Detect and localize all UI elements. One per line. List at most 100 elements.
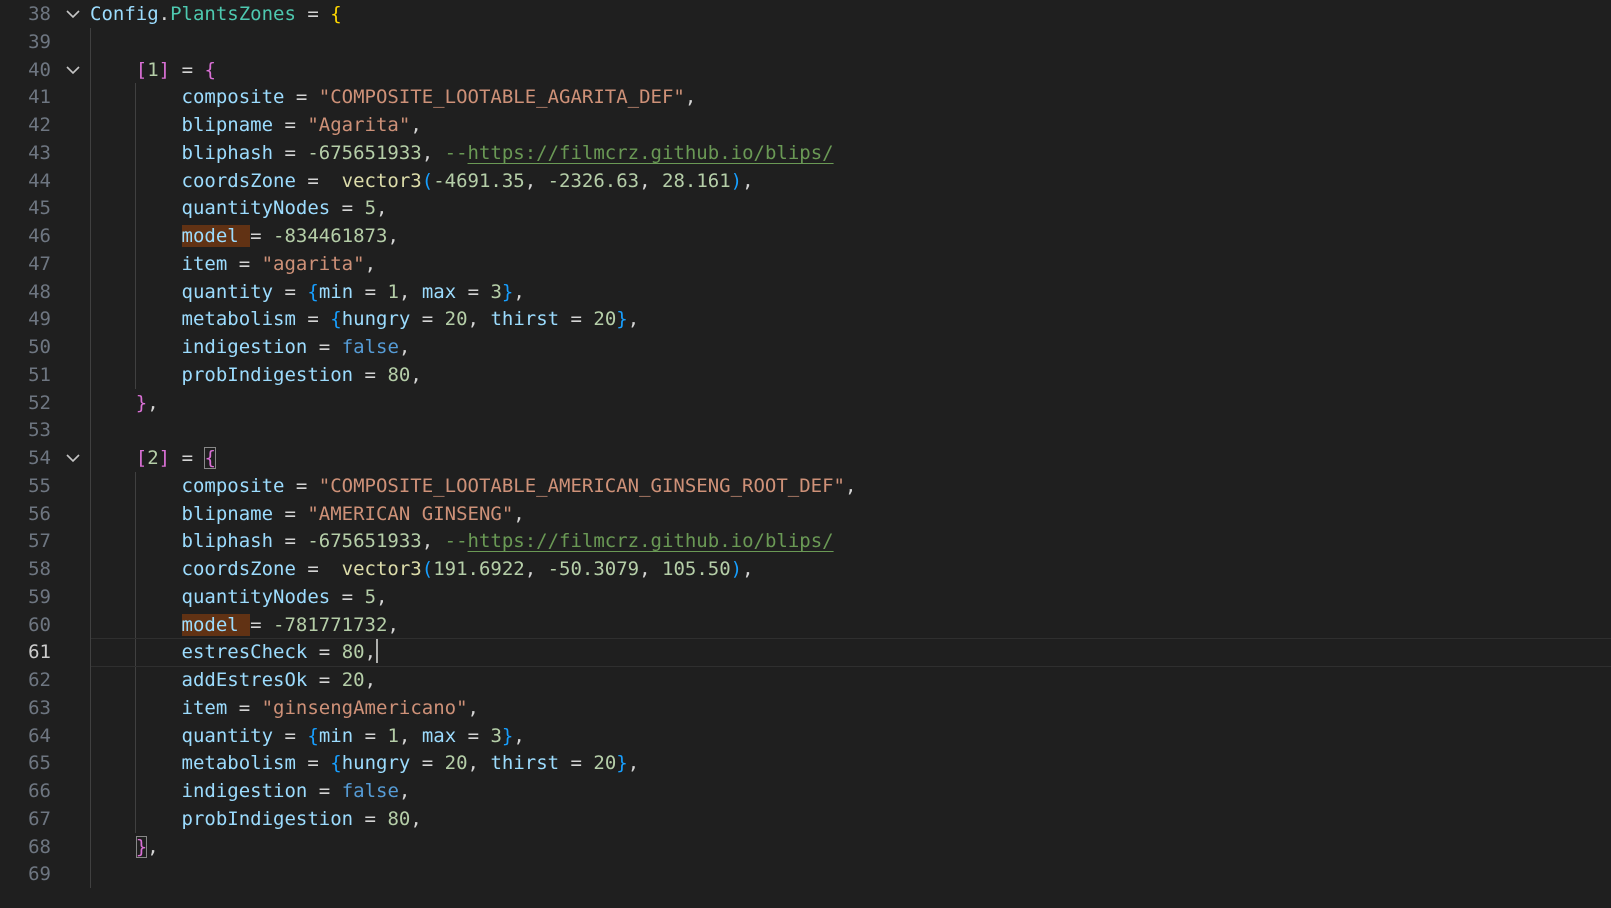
- code-token: {: [330, 3, 342, 25]
- line-code[interactable]: indigestion = false,: [90, 777, 411, 805]
- code-token: ,: [398, 724, 422, 747]
- code-line[interactable]: 62 addEstresOk = 20,: [0, 666, 1611, 694]
- line-number: 47: [28, 252, 51, 275]
- link[interactable]: https://filmcrz.github.io/blips/: [468, 142, 834, 164]
- line-code[interactable]: },: [90, 833, 159, 861]
- line-code[interactable]: bliphash = -675651933, --https://filmcrz…: [90, 527, 834, 555]
- code-line[interactable]: 41 composite = "COMPOSITE_LOOTABLE_AGARI…: [0, 83, 1611, 111]
- code-line[interactable]: 69: [0, 860, 1611, 888]
- code-line[interactable]: 42 blipname = "Agarita",: [0, 111, 1611, 139]
- line-code[interactable]: quantityNodes = 5,: [90, 583, 388, 611]
- line-code[interactable]: addEstresOk = 20,: [90, 666, 377, 694]
- code-line[interactable]: 51 probIndigestion = 80,: [0, 361, 1611, 389]
- line-code[interactable]: item = "agarita",: [90, 250, 377, 278]
- line-code[interactable]: model = -781771732,: [90, 611, 399, 639]
- line-code[interactable]: Config.PlantsZones = {: [90, 0, 342, 28]
- code-token: max: [421, 724, 457, 747]
- code-line[interactable]: 38 Config.PlantsZones = {: [0, 0, 1611, 28]
- code-editor[interactable]: 38 Config.PlantsZones = {39 40 [1] = {41 c…: [0, 0, 1611, 908]
- line-code[interactable]: model = -834461873,: [90, 222, 399, 250]
- link[interactable]: https://filmcrz.github.io/blips/: [468, 530, 834, 552]
- code-token: "agarita": [261, 252, 365, 275]
- line-code[interactable]: [1] = {: [90, 56, 216, 84]
- code-line[interactable]: 52 },: [0, 389, 1611, 417]
- line-code[interactable]: composite = "COMPOSITE_LOOTABLE_AMERICAN…: [90, 472, 857, 500]
- line-code[interactable]: probIndigestion = 80,: [90, 805, 422, 833]
- fold-chevron-down-icon[interactable]: [66, 0, 80, 28]
- code-line[interactable]: 48 quantity = {min = 1, max = 3},: [0, 278, 1611, 306]
- line-code[interactable]: quantity = {min = 1, max = 3},: [90, 722, 525, 750]
- code-token: "Agarita": [307, 114, 411, 136]
- code-line[interactable]: 67 probIndigestion = 80,: [0, 805, 1611, 833]
- code-token: ): [730, 169, 743, 192]
- comment-token: --: [444, 141, 468, 164]
- code-token: quantityNodes: [181, 585, 331, 608]
- code-token: =: [410, 308, 445, 331]
- code-token: ,: [410, 114, 422, 136]
- line-code[interactable]: },: [90, 389, 159, 417]
- code-line[interactable]: 39: [0, 28, 1611, 56]
- line-code[interactable]: composite = "COMPOSITE_LOOTABLE_AGARITA_…: [90, 83, 697, 111]
- code-line[interactable]: 43 bliphash = -675651933, --https://film…: [0, 139, 1611, 167]
- line-code[interactable]: metabolism = {hungry = 20, thirst = 20},: [90, 749, 640, 777]
- code-token: =: [307, 641, 342, 664]
- code-token: addEstresOk: [181, 669, 308, 691]
- code-line[interactable]: 59 quantityNodes = 5,: [0, 583, 1611, 611]
- code-line[interactable]: 64 quantity = {min = 1, max = 3},: [0, 722, 1611, 750]
- line-number: 66: [28, 780, 51, 802]
- line-number: 48: [28, 280, 51, 303]
- code-line[interactable]: 50 indigestion = false,: [0, 333, 1611, 361]
- line-code[interactable]: bliphash = -675651933, --https://filmcrz…: [90, 139, 834, 167]
- line-code[interactable]: [2] = {: [90, 444, 216, 472]
- code-line[interactable]: 61 estresCheck = 80,: [0, 638, 1611, 668]
- code-token: {: [204, 58, 216, 81]
- code-token: indigestion: [181, 336, 308, 358]
- code-token: ,: [387, 613, 399, 636]
- line-code[interactable]: coordsZone = vector3(-4691.35, -2326.63,…: [90, 167, 754, 195]
- code-token: ,: [398, 336, 411, 358]
- code-line[interactable]: 58 coordsZone = vector3(191.6922, -50.30…: [0, 555, 1611, 583]
- line-code[interactable]: quantityNodes = 5,: [90, 194, 388, 222]
- code-token: 191.6922: [433, 558, 525, 580]
- line-code[interactable]: blipname = "AMERICAN GINSENG",: [90, 500, 525, 528]
- fold-chevron-down-icon[interactable]: [66, 444, 80, 472]
- code-line[interactable]: 53: [0, 416, 1611, 444]
- code-line[interactable]: 47 item = "agarita",: [0, 250, 1611, 278]
- line-code[interactable]: coordsZone = vector3(191.6922, -50.3079,…: [90, 555, 754, 583]
- code-line[interactable]: 40 [1] = {: [0, 56, 1611, 84]
- line-code[interactable]: item = "ginsengAmericano",: [90, 694, 479, 722]
- code-line[interactable]: 46 model = -834461873,: [0, 222, 1611, 250]
- line-code[interactable]: probIndigestion = 80,: [90, 361, 422, 389]
- code-line[interactable]: 56 blipname = "AMERICAN GINSENG",: [0, 500, 1611, 528]
- line-number: 49: [28, 308, 51, 331]
- line-code[interactable]: blipname = "Agarita",: [90, 111, 422, 139]
- code-line[interactable]: 54 [2] = {: [0, 444, 1611, 472]
- line-code[interactable]: indigestion = false,: [90, 333, 411, 361]
- code-line[interactable]: 49 metabolism = {hungry = 20, thirst = 2…: [0, 305, 1611, 333]
- code-line[interactable]: 66 indigestion = false,: [0, 777, 1611, 805]
- code-line[interactable]: 63 item = "ginsengAmericano",: [0, 694, 1611, 722]
- line-code[interactable]: quantity = {min = 1, max = 3},: [90, 278, 525, 306]
- code-token: =: [250, 613, 274, 636]
- code-line[interactable]: 68 },: [0, 833, 1611, 861]
- code-token: hungry: [341, 752, 411, 775]
- line-number: 50: [28, 336, 51, 358]
- code-line[interactable]: 60 model = -781771732,: [0, 611, 1611, 639]
- code-line[interactable]: 65 metabolism = {hungry = 20, thirst = 2…: [0, 749, 1611, 777]
- line-number: 46: [28, 225, 51, 247]
- code-line[interactable]: 44 coordsZone = vector3(-4691.35, -2326.…: [0, 167, 1611, 195]
- code-token: 105.50: [662, 558, 731, 580]
- code-line[interactable]: 57 bliphash = -675651933, --https://film…: [0, 527, 1611, 555]
- fold-chevron-down-icon[interactable]: [66, 56, 80, 84]
- line-code[interactable]: metabolism = {hungry = 20, thirst = 20},: [90, 305, 640, 333]
- code-token: quantity: [181, 280, 274, 303]
- code-line[interactable]: 55 composite = "COMPOSITE_LOOTABLE_AMERI…: [0, 472, 1611, 500]
- code-token: composite: [181, 474, 285, 497]
- code-token: indigestion: [181, 780, 308, 802]
- code-line[interactable]: 45 quantityNodes = 5,: [0, 194, 1611, 222]
- line-number: 65: [28, 752, 51, 775]
- line-number: 52: [28, 391, 51, 414]
- code-token: -781771732: [273, 613, 388, 636]
- code-token: =: [353, 363, 388, 386]
- line-code[interactable]: estresCheck = 80,: [90, 638, 379, 666]
